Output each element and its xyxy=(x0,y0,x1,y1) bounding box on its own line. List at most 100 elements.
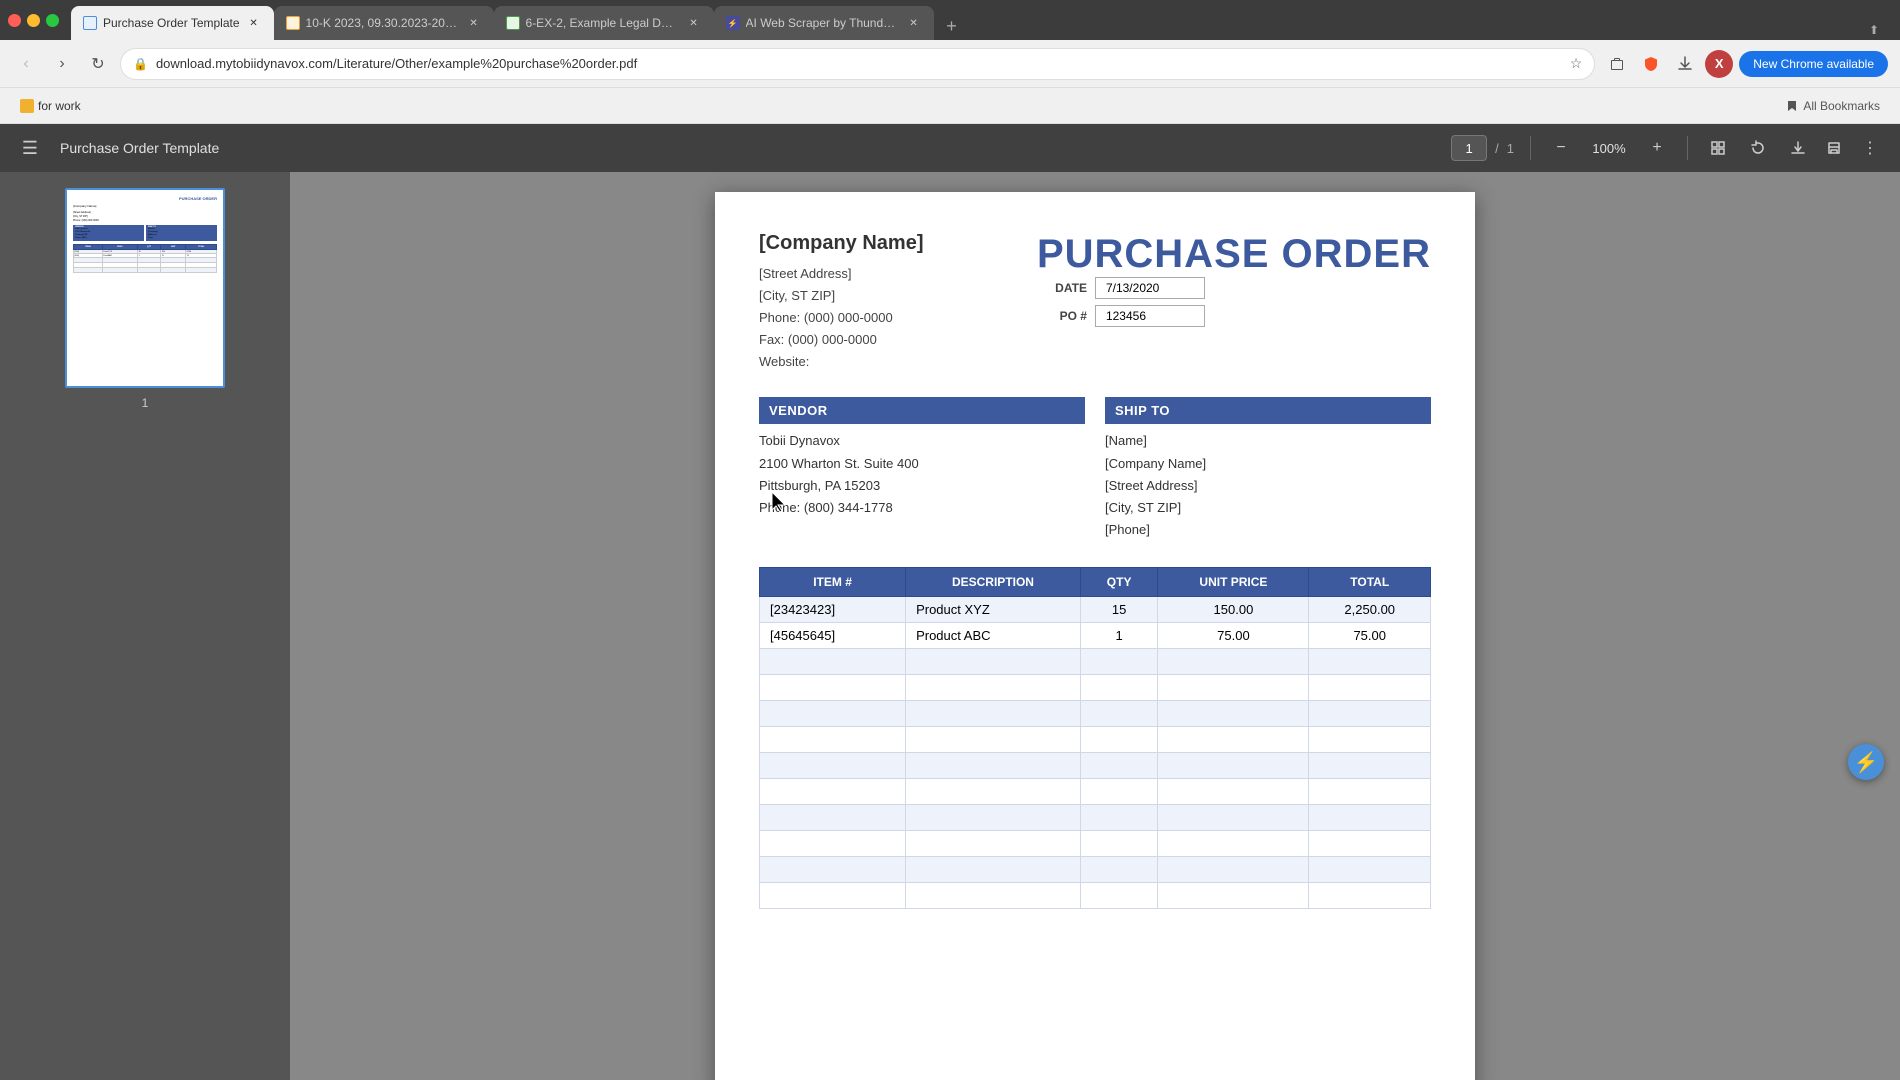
vendor-name: Tobii Dynavox xyxy=(759,430,1085,452)
lock-icon: 🔒 xyxy=(133,57,148,71)
print-button[interactable] xyxy=(1820,134,1848,162)
thunderbird-side-button[interactable]: ⚡ xyxy=(1848,744,1884,780)
close-button[interactable] xyxy=(8,14,21,27)
company-fax: Fax: (000) 000-0000 xyxy=(759,329,923,351)
download-pdf-button[interactable] xyxy=(1784,134,1812,162)
tab-favicon-10k xyxy=(286,16,300,30)
tab-close-thunder[interactable]: ✕ xyxy=(906,15,922,31)
po-number-label: PO # xyxy=(1037,309,1087,323)
zoom-in-button[interactable]: + xyxy=(1643,134,1671,162)
company-website: Website: xyxy=(759,351,923,373)
zoom-level-display: 100% xyxy=(1587,141,1631,156)
download-button[interactable] xyxy=(1671,50,1699,78)
company-address: [Street Address] [City, ST ZIP] Phone: (… xyxy=(759,263,923,373)
tab-purchase-order[interactable]: Purchase Order Template ✕ xyxy=(71,6,274,40)
toolbar-separator-1 xyxy=(1530,136,1531,160)
new-tab-button[interactable]: + xyxy=(938,12,966,40)
brave-shield-button[interactable] xyxy=(1637,50,1665,78)
company-phone: Phone: (000) 000-0000 xyxy=(759,307,923,329)
po-number-row: PO # 123456 xyxy=(1037,305,1431,327)
table-row xyxy=(760,804,1431,830)
table-header: ITEM # DESCRIPTION QTY UNIT PRICE TOTAL xyxy=(760,567,1431,596)
tab-close-legal[interactable]: ✕ xyxy=(686,15,702,31)
tab-favicon-legal xyxy=(506,16,520,30)
tabs-bar: Purchase Order Template ✕ 10-K 2023, 09.… xyxy=(71,0,1892,40)
table-row xyxy=(760,648,1431,674)
page-number-input[interactable] xyxy=(1451,135,1487,161)
tab-title-legal: 6-EX-2, Example Legal Docu... xyxy=(526,16,680,30)
thunderbird-icon: ⚡ xyxy=(1854,750,1879,775)
fit-page-button[interactable] xyxy=(1704,134,1732,162)
table-row xyxy=(760,778,1431,804)
ship-to-city: [City, ST ZIP] xyxy=(1105,497,1431,519)
tab-legal[interactable]: 6-EX-2, Example Legal Docu... ✕ xyxy=(494,6,714,40)
table-row: [23423423]Product XYZ15150.002,250.00 xyxy=(760,596,1431,622)
ship-to-name: [Name] xyxy=(1105,430,1431,452)
tab-thunder[interactable]: ⚡ AI Web Scraper by Thunderb... ✕ xyxy=(714,6,934,40)
tab-favicon-po xyxy=(83,16,97,30)
tab-close-10k[interactable]: ✕ xyxy=(466,15,482,31)
pdf-page: [Company Name] [Street Address] [City, S… xyxy=(715,192,1475,1080)
street-address: [Street Address] xyxy=(759,263,923,285)
bookmark-star-icon[interactable]: ☆ xyxy=(1570,55,1583,72)
address-bar[interactable]: 🔒 download.mytobiidynavox.com/Literature… xyxy=(120,48,1595,80)
forward-button[interactable]: › xyxy=(48,50,76,78)
company-name: [Company Name] xyxy=(759,232,923,255)
window-controls xyxy=(8,14,59,27)
all-bookmarks-button[interactable]: All Bookmarks xyxy=(1777,95,1888,117)
thumbnail-wrapper: PURCHASE ORDER [Company Name] [Street Ad… xyxy=(65,188,225,410)
folder-icon xyxy=(20,99,34,113)
date-row: DATE 7/13/2020 xyxy=(1037,277,1431,299)
ship-to-header: SHIP TO xyxy=(1105,397,1431,424)
ship-to-address: [Street Address] xyxy=(1105,475,1431,497)
thumbnail-sidebar: PURCHASE ORDER [Company Name] [Street Ad… xyxy=(0,172,290,1080)
tab-favicon-thunder: ⚡ xyxy=(726,16,740,30)
vendor-address2: Pittsburgh, PA 15203 xyxy=(759,475,1085,497)
ship-to-body: [Name] [Company Name] [Street Address] [… xyxy=(1105,424,1431,546)
tab-10k[interactable]: 10-K 2023, 09.30.2023-202... ✕ xyxy=(274,6,494,40)
tab-title-10k: 10-K 2023, 09.30.2023-202... xyxy=(306,16,460,30)
tab-title-thunder: AI Web Scraper by Thunderb... xyxy=(746,16,900,30)
vendor-phone: Phone: (800) 344-1778 xyxy=(759,497,1085,519)
ship-to-section: SHIP TO [Name] [Company Name] [Street Ad… xyxy=(1105,397,1431,546)
pdf-document-area: [Company Name] [Street Address] [City, S… xyxy=(290,172,1900,1080)
city-state-zip: [City, ST ZIP] xyxy=(759,285,923,307)
vendor-section: VENDOR Tobii Dynavox 2100 Wharton St. Su… xyxy=(759,397,1085,546)
pdf-document-title: Purchase Order Template xyxy=(60,140,219,156)
more-options-button[interactable]: ⋮ xyxy=(1856,134,1884,162)
po-metadata: DATE 7/13/2020 PO # 123456 xyxy=(1037,277,1431,327)
purchase-order-title: PURCHASE ORDER xyxy=(1037,232,1431,277)
po-number-value: 123456 xyxy=(1095,305,1205,327)
date-value: 7/13/2020 xyxy=(1095,277,1205,299)
minimize-button[interactable] xyxy=(27,14,40,27)
tab-title-po: Purchase Order Template xyxy=(103,16,240,30)
chrome-update-button[interactable]: New Chrome available xyxy=(1739,51,1888,77)
restore-window-button[interactable]: ⬆ xyxy=(1864,20,1884,40)
tab-close-po[interactable]: ✕ xyxy=(246,15,262,31)
extensions-button[interactable] xyxy=(1603,50,1631,78)
table-row: [45645645]Product ABC175.0075.00 xyxy=(760,622,1431,648)
title-bar: Purchase Order Template ✕ 10-K 2023, 09.… xyxy=(0,0,1900,40)
thumbnail-page-number: 1 xyxy=(65,396,225,410)
po-title-area: PURCHASE ORDER DATE 7/13/2020 PO # 12345… xyxy=(1037,232,1431,327)
vendor-header: VENDOR xyxy=(759,397,1085,424)
profile-button[interactable]: X xyxy=(1705,50,1733,78)
maximize-button[interactable] xyxy=(46,14,59,27)
back-button[interactable]: ‹ xyxy=(12,50,40,78)
col-total: TOTAL xyxy=(1309,567,1431,596)
zoom-out-button[interactable]: − xyxy=(1547,134,1575,162)
rotate-button[interactable] xyxy=(1744,134,1772,162)
bookmark-for-work[interactable]: for work xyxy=(12,95,89,117)
page-separator: / xyxy=(1495,141,1499,156)
po-sections: VENDOR Tobii Dynavox 2100 Wharton St. Su… xyxy=(759,397,1431,546)
col-qty: QTY xyxy=(1080,567,1158,596)
ship-to-company: [Company Name] xyxy=(1105,453,1431,475)
table-row xyxy=(760,700,1431,726)
refresh-button[interactable]: ↻ xyxy=(84,50,112,78)
date-label: DATE xyxy=(1037,281,1087,295)
page-thumbnail[interactable]: PURCHASE ORDER [Company Name] [Street Ad… xyxy=(65,188,225,388)
table-header-row: ITEM # DESCRIPTION QTY UNIT PRICE TOTAL xyxy=(760,567,1431,596)
col-unit-price: UNIT PRICE xyxy=(1158,567,1309,596)
page-total: 1 xyxy=(1507,141,1514,156)
hamburger-menu-button[interactable]: ☰ xyxy=(16,134,44,162)
